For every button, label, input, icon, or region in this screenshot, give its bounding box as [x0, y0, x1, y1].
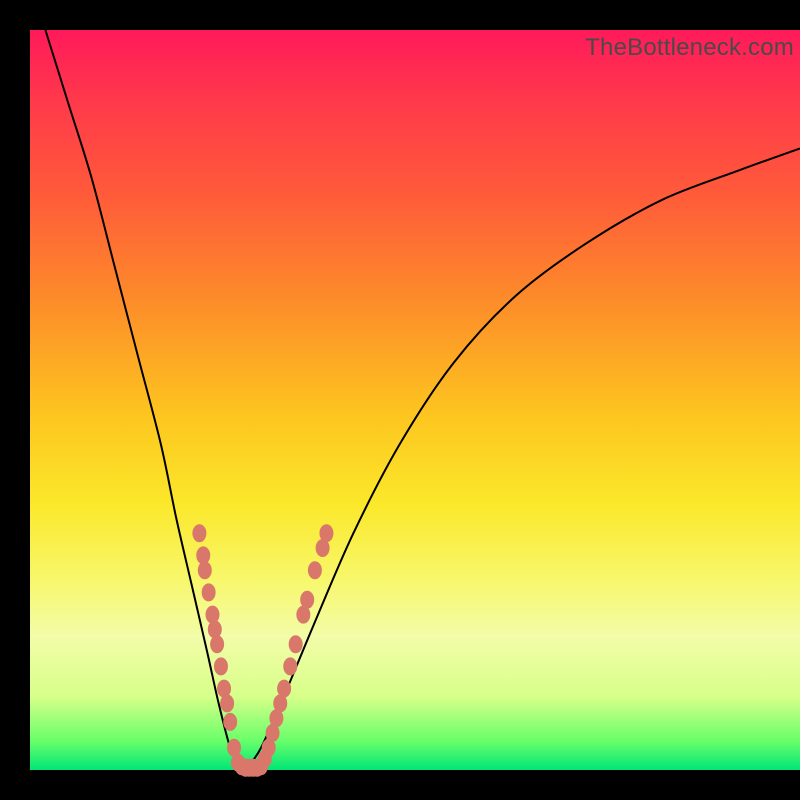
data-marker	[277, 680, 291, 698]
data-marker	[214, 657, 228, 675]
chart-frame: TheBottleneck.com	[0, 0, 800, 800]
data-marker	[283, 657, 297, 675]
data-marker	[223, 713, 237, 731]
left-curve	[45, 30, 245, 770]
data-marker	[202, 583, 216, 601]
watermark-text: TheBottleneck.com	[585, 34, 794, 62]
data-marker	[198, 561, 212, 579]
marker-group	[192, 524, 333, 777]
data-marker	[192, 524, 206, 542]
data-marker	[289, 635, 303, 653]
data-marker	[205, 606, 219, 624]
data-marker	[308, 561, 322, 579]
data-marker	[319, 524, 333, 542]
right-curve	[246, 148, 800, 770]
data-marker	[210, 635, 224, 653]
data-marker	[300, 591, 314, 609]
chart-svg	[30, 30, 800, 770]
data-marker	[220, 694, 234, 712]
plot-background: TheBottleneck.com	[30, 30, 800, 770]
data-marker	[208, 620, 222, 638]
